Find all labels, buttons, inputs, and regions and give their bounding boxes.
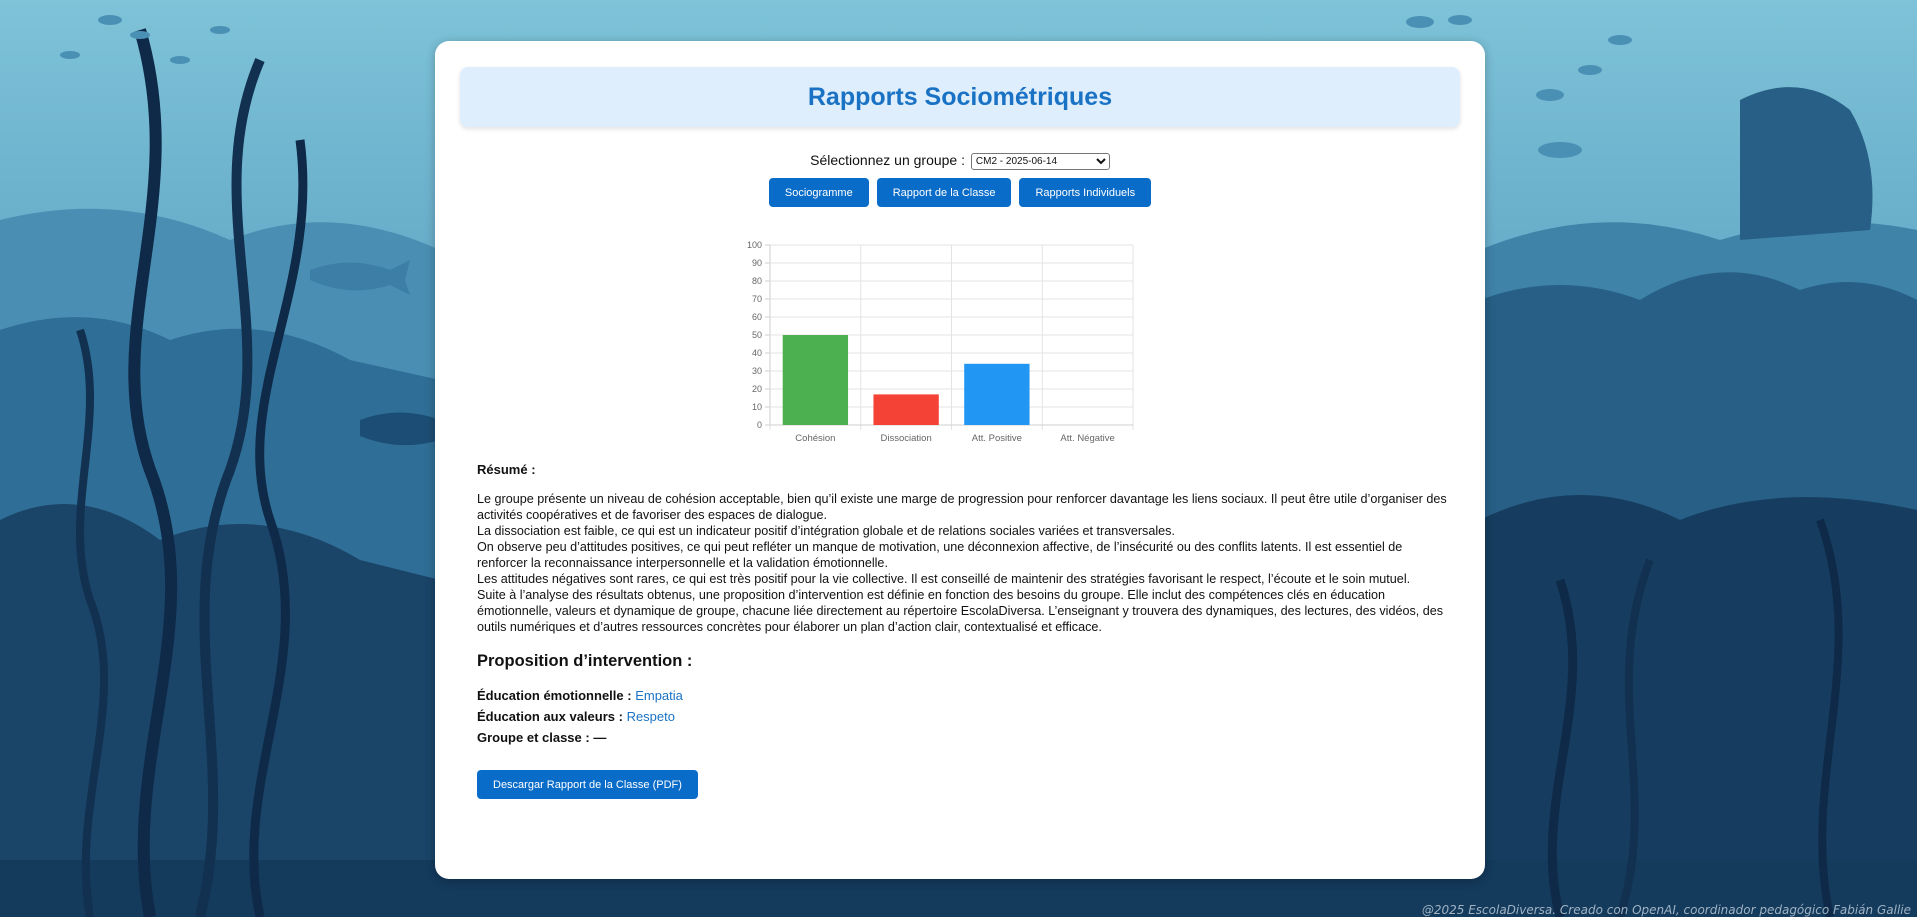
chart-y-tick-label: 90 [752,258,762,268]
group-selector-row: Sélectionnez un groupe : CM2 - 2025-06-1… [435,152,1485,170]
chart-y-tick-label: 10 [752,402,762,412]
chart-x-tick-label: Dissociation [881,433,932,444]
chart-y-tick-label: 70 [752,294,762,304]
summary-line: Suite à l’analyse des résultats obtenus,… [477,588,1444,634]
group-class-value: — [593,730,607,745]
chart-y-tick-label: 30 [752,366,762,376]
values-education-label: Éducation aux valeurs : [477,709,623,724]
chart-y-tick-label: 40 [752,348,762,358]
proposal-title: Proposition d’intervention : [477,652,693,670]
download-pdf-button[interactable]: Descargar Rapport de la Classe (PDF) [477,770,698,799]
class-report-button[interactable]: Rapport de la Classe [876,178,1012,207]
summary-line: La dissociation est faible, ce qui est u… [477,524,1175,538]
values-education-line: Éducation aux valeurs : Respeto [477,709,1452,724]
chart-y-tick-label: 100 [747,240,762,250]
chart-y-tick-label: 80 [752,276,762,286]
chart-bar [964,363,1030,425]
summary-line: Le groupe présente un niveau de cohésion… [477,492,1447,522]
footer-credit: @2025 EscolaDiversa. Creado con OpenAI, … [1421,903,1911,917]
chart-y-tick-label: 50 [752,330,762,340]
group-select[interactable]: CM2 - 2025-06-14 [970,152,1110,170]
header-banner: Rapports Sociométriques [460,67,1460,127]
chart-y-tick-label: 20 [752,384,762,394]
page-title: Rapports Sociométriques [807,82,1113,111]
group-select-label: Sélectionnez un groupe : [810,152,965,168]
emotional-education-label: Éducation émotionnelle : [477,688,632,703]
report-content: Résumé : Le groupe présente un niveau de… [477,462,1452,799]
summary-title: Résumé : [477,462,536,477]
chart-bar [873,394,939,425]
chart-y-tick-label: 60 [752,312,762,322]
individual-reports-button[interactable]: Rapports Individuels [1019,178,1152,207]
chart-x-tick-label: Att. Positive [972,433,1022,444]
chart-y-tick-label: 0 [757,420,762,430]
chart-x-tick-label: Att. Négative [1060,433,1114,444]
sociometric-bar-chart: 0 10 20 30 40 50 60 70 80 90 100 Cohésion Dissociati… [747,240,1134,444]
chart-bar [782,335,849,425]
chart-x-tick-label: Cohésion [795,433,835,444]
values-education-link[interactable]: Respeto [627,709,675,724]
group-class-label: Groupe et classe : [477,730,590,745]
emotional-education-line: Éducation émotionnelle : Empatia [477,688,1452,703]
report-buttons: Sociogramme Rapport de la Classe Rapport… [435,178,1485,207]
summary-line: On observe peu d’attitudes positives, ce… [477,540,1403,570]
report-card: Rapports Sociométriques Sélectionnez un … [435,41,1485,879]
sociogram-button[interactable]: Sociogramme [768,178,869,207]
emotional-education-link[interactable]: Empatia [635,688,683,703]
group-class-line: Groupe et classe : — [477,730,1452,745]
summary-line: Les attitudes négatives sont rares, ce q… [477,572,1411,586]
